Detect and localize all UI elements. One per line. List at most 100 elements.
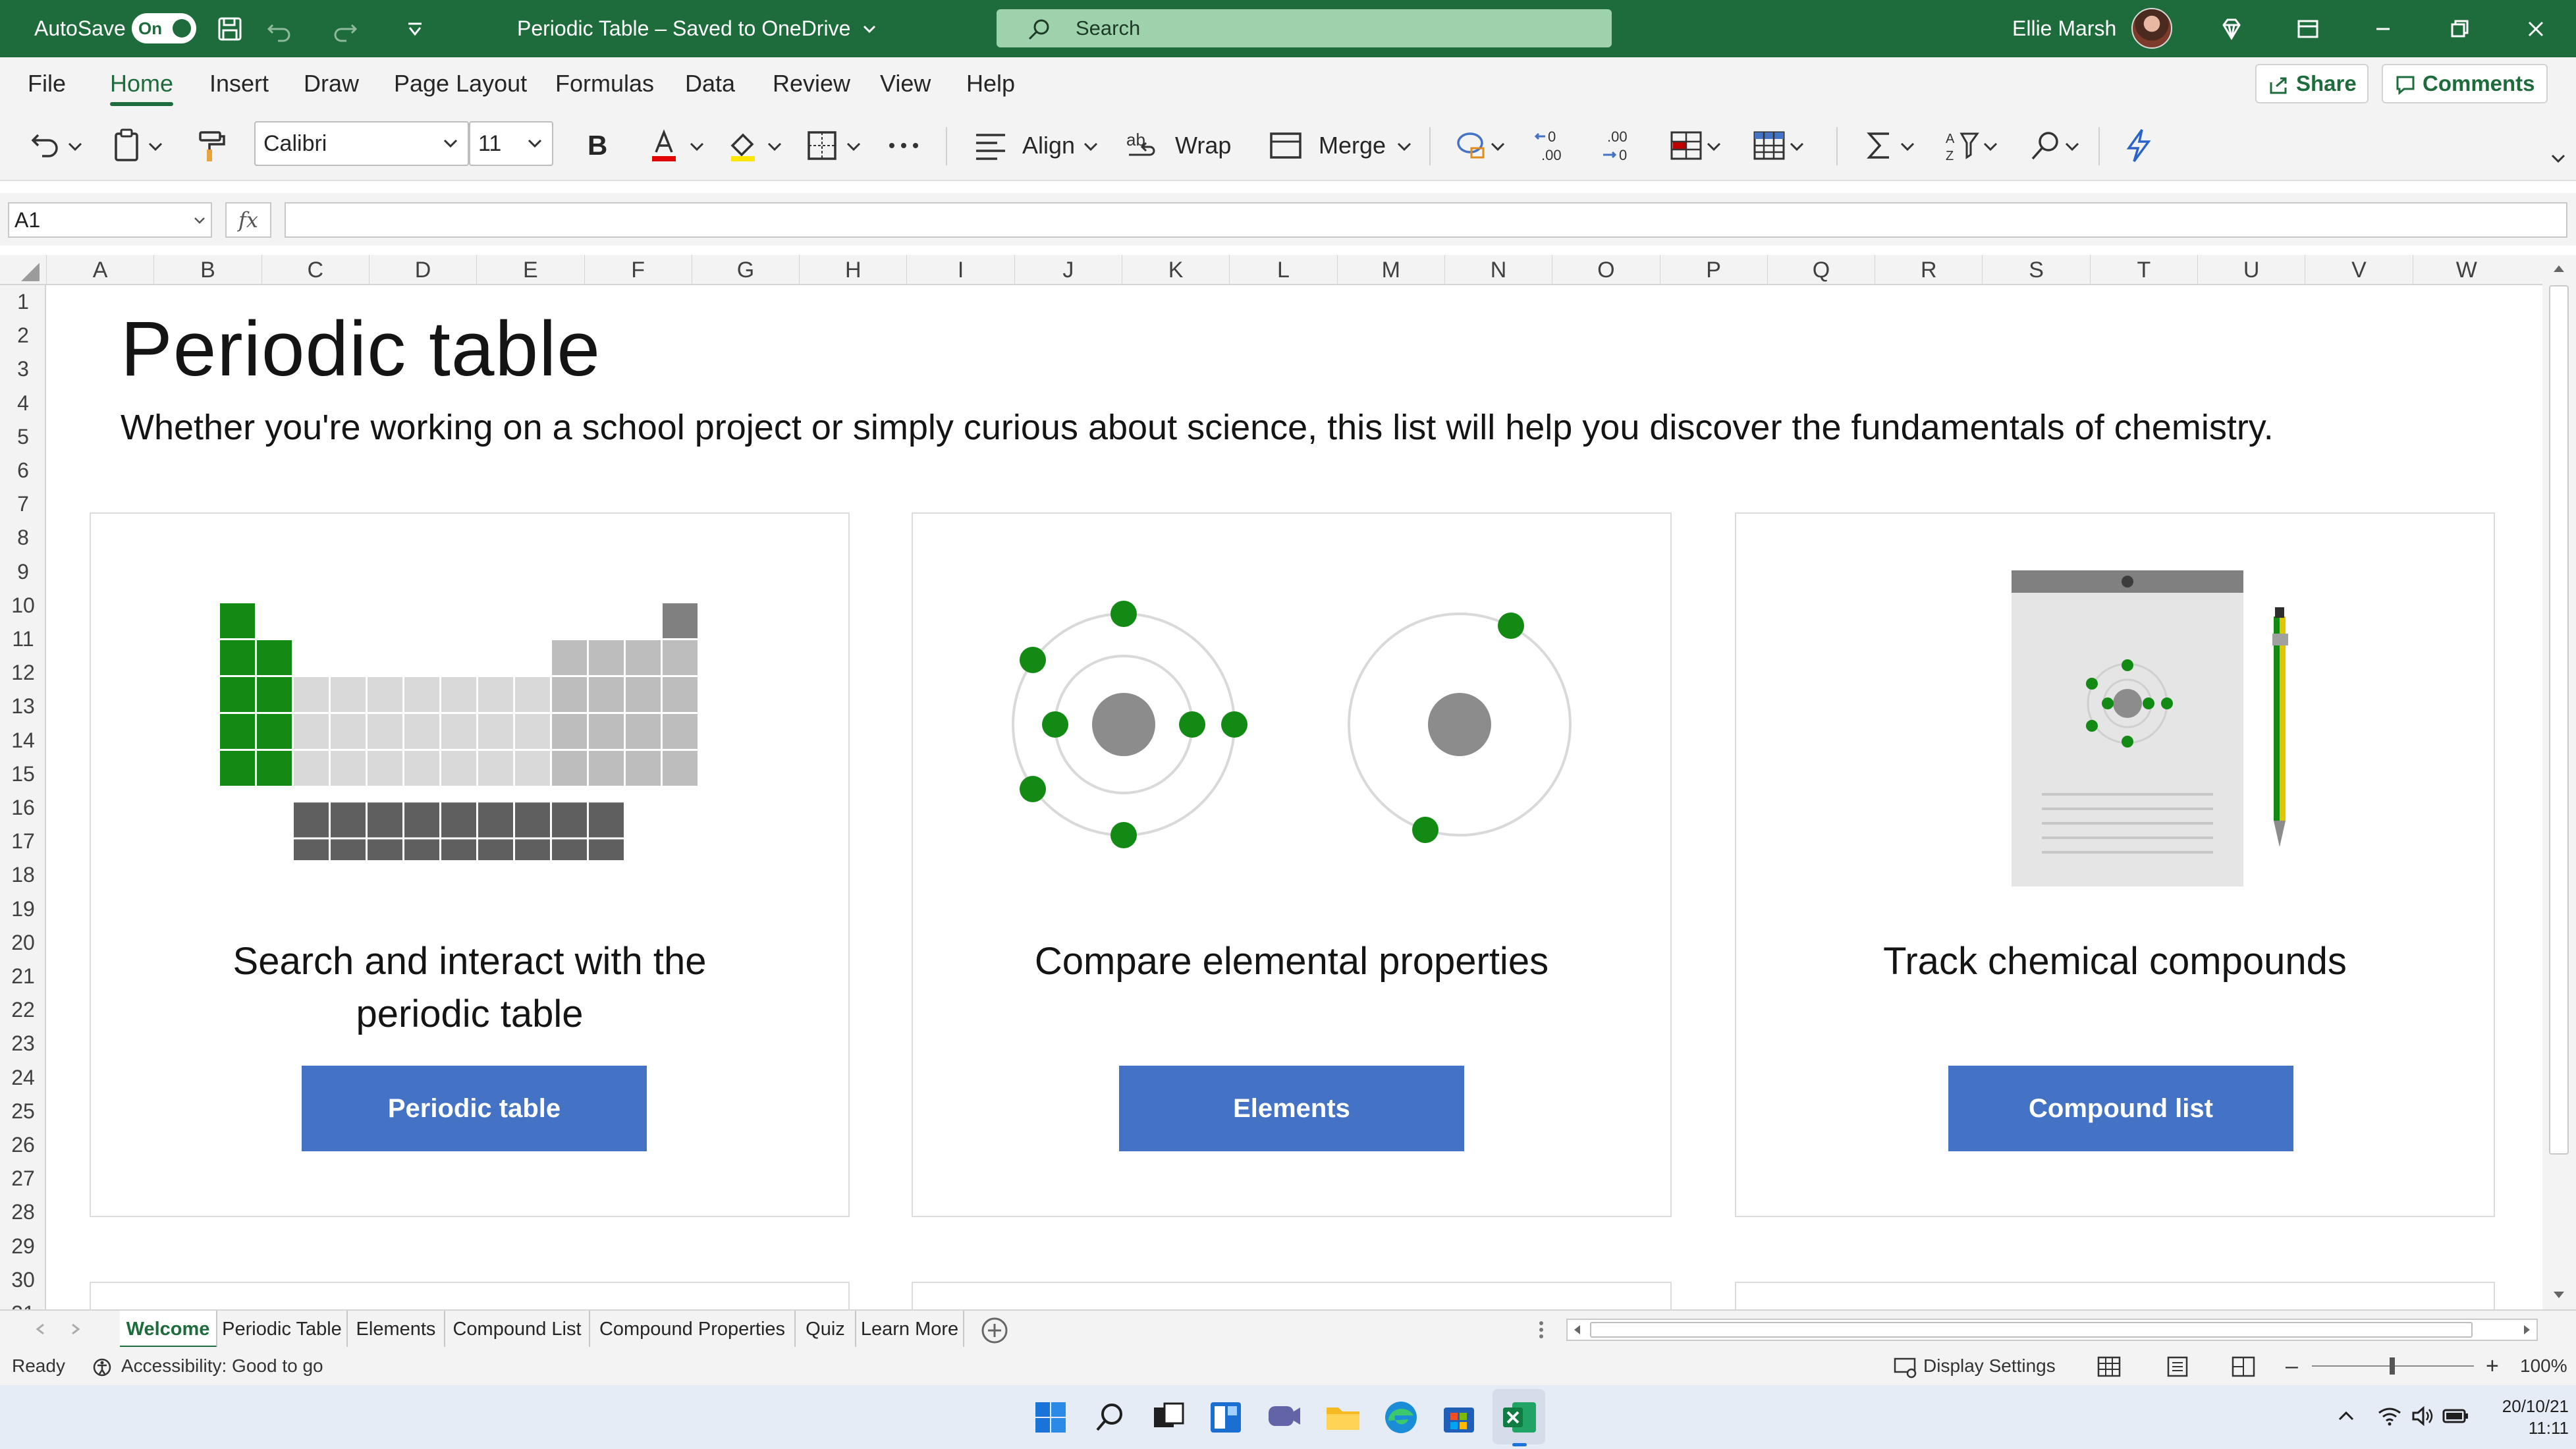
chevron-down-icon[interactable]	[67, 142, 83, 152]
row-header[interactable]: 31	[0, 1297, 45, 1309]
column-header[interactable]: A	[46, 255, 153, 285]
row-header[interactable]: 24	[0, 1061, 45, 1095]
row-header[interactable]: 3	[0, 352, 45, 386]
task-view-icon[interactable]	[1149, 1398, 1187, 1436]
tab-formulas[interactable]: Formulas	[555, 57, 654, 110]
zoom-slider-handle[interactable]	[2390, 1357, 2395, 1375]
row-header[interactable]: 11	[0, 622, 45, 656]
horizontal-scroll-thumb[interactable]	[1590, 1322, 2473, 1338]
column-header[interactable]: U	[2197, 255, 2305, 285]
diamond-icon[interactable]	[2216, 13, 2247, 45]
row-header[interactable]: 6	[0, 454, 45, 487]
normal-view-icon[interactable]	[2096, 1355, 2122, 1379]
row-header[interactable]: 13	[0, 690, 45, 723]
column-header[interactable]: T	[2089, 255, 2197, 285]
chevron-down-icon[interactable]	[148, 142, 163, 152]
column-header[interactable]: F	[584, 255, 692, 285]
row-header[interactable]: 18	[0, 858, 45, 892]
autosum-icon[interactable]	[1860, 126, 1900, 165]
scroll-right-icon[interactable]	[2521, 1324, 2533, 1336]
share-button[interactable]: Share	[2255, 64, 2369, 103]
merge-label[interactable]: Merge	[1319, 110, 1386, 181]
column-header[interactable]: L	[1229, 255, 1336, 285]
formula-input[interactable]	[285, 202, 2567, 238]
font-size-select[interactable]: 11	[469, 121, 553, 166]
wrap-label[interactable]: Wrap	[1175, 110, 1231, 181]
chevron-down-icon[interactable]	[854, 13, 885, 45]
store-icon[interactable]	[1440, 1398, 1478, 1436]
scroll-left-icon[interactable]	[1572, 1324, 1583, 1336]
row-header[interactable]: 19	[0, 892, 45, 926]
font-color-icon[interactable]	[644, 126, 684, 165]
restore-icon[interactable]	[2444, 13, 2475, 45]
column-header[interactable]: J	[1014, 255, 1122, 285]
zoom-in-icon[interactable]: +	[2486, 1347, 2499, 1385]
insert-function-button[interactable]: fx	[225, 202, 271, 238]
row-header[interactable]: 8	[0, 521, 45, 555]
accessibility-icon[interactable]	[91, 1356, 113, 1379]
user-name[interactable]: Ellie Marsh	[2012, 0, 2116, 57]
find-icon[interactable]	[2026, 126, 2066, 165]
chevron-down-icon[interactable]	[1789, 142, 1805, 152]
chevron-down-icon[interactable]	[1706, 142, 1722, 152]
format-painter-icon[interactable]	[188, 126, 228, 165]
wifi-icon[interactable]	[2378, 1406, 2401, 1426]
row-header[interactable]: 5	[0, 420, 45, 454]
row-header[interactable]: 22	[0, 993, 45, 1027]
next-sheet-icon[interactable]	[69, 1323, 82, 1336]
close-icon[interactable]	[2520, 13, 2552, 45]
tab-insert[interactable]: Insert	[209, 57, 269, 110]
tab-data[interactable]: Data	[685, 57, 735, 110]
excel-icon[interactable]	[1500, 1398, 1539, 1436]
row-header[interactable]: 14	[0, 724, 45, 757]
zoom-level[interactable]: 100%	[2520, 1347, 2567, 1385]
minimize-icon[interactable]	[2367, 13, 2399, 45]
document-title[interactable]: Periodic Table – Saved to OneDrive	[517, 0, 850, 57]
row-header[interactable]: 16	[0, 791, 45, 825]
save-icon[interactable]	[214, 13, 246, 45]
column-header[interactable]: H	[799, 255, 906, 285]
chevron-down-icon[interactable]	[1983, 142, 1998, 152]
search-box[interactable]: Search	[997, 9, 1612, 47]
row-header[interactable]: 30	[0, 1263, 45, 1297]
sheet-tab-learn-more[interactable]: Learn More	[856, 1311, 964, 1348]
page-break-view-icon[interactable]	[2230, 1355, 2257, 1379]
vertical-scrollbar[interactable]	[2542, 255, 2576, 1309]
sheet-tab-compound-properties[interactable]: Compound Properties	[590, 1311, 796, 1348]
column-header[interactable]: W	[2412, 255, 2520, 285]
row-header[interactable]: 7	[0, 487, 45, 521]
name-box[interactable]: A1	[8, 202, 212, 238]
borders-icon[interactable]	[802, 126, 842, 165]
chevron-down-icon[interactable]	[1083, 142, 1099, 152]
row-header[interactable]: 17	[0, 825, 45, 858]
align-label[interactable]: Align	[1022, 110, 1075, 181]
column-header[interactable]: D	[368, 255, 476, 285]
conditional-formatting-icon[interactable]	[1666, 126, 1706, 165]
format-as-table-icon[interactable]	[1749, 126, 1789, 165]
merge-cells-icon[interactable]	[1266, 126, 1305, 165]
column-header[interactable]: V	[2305, 255, 2412, 285]
increase-decimal-icon[interactable]: .00 0	[1598, 126, 1637, 165]
system-clock[interactable]: 20/10/21 11:11	[2463, 1396, 2569, 1439]
chevron-down-icon[interactable]	[846, 142, 862, 152]
edge-browser-icon[interactable]	[1382, 1398, 1420, 1436]
collapse-ribbon-icon[interactable]	[2550, 153, 2566, 164]
row-header[interactable]: 25	[0, 1095, 45, 1128]
display-settings-label[interactable]: Display Settings	[1923, 1347, 2056, 1385]
compound-list-button[interactable]: Compound list	[1948, 1066, 2293, 1151]
zoom-out-icon[interactable]: –	[2286, 1347, 2298, 1385]
avatar[interactable]	[2131, 8, 2172, 49]
column-header[interactable]: K	[1122, 255, 1229, 285]
tab-draw[interactable]: Draw	[304, 57, 359, 110]
widgets-icon[interactable]	[1207, 1398, 1245, 1436]
customize-toolbar-icon[interactable]	[399, 13, 431, 45]
decrease-decimal-icon[interactable]: 0 .00	[1532, 126, 1572, 165]
elements-button[interactable]: Elements	[1119, 1066, 1464, 1151]
windows-start-icon[interactable]	[1031, 1398, 1070, 1436]
wrap-text-icon[interactable]: ab	[1124, 126, 1163, 165]
chevron-down-icon[interactable]	[1396, 142, 1412, 152]
font-name-select[interactable]: Calibri	[254, 121, 469, 166]
tab-file[interactable]: File	[28, 57, 66, 110]
scroll-down-icon[interactable]	[2552, 1288, 2566, 1302]
column-header[interactable]: I	[906, 255, 1014, 285]
